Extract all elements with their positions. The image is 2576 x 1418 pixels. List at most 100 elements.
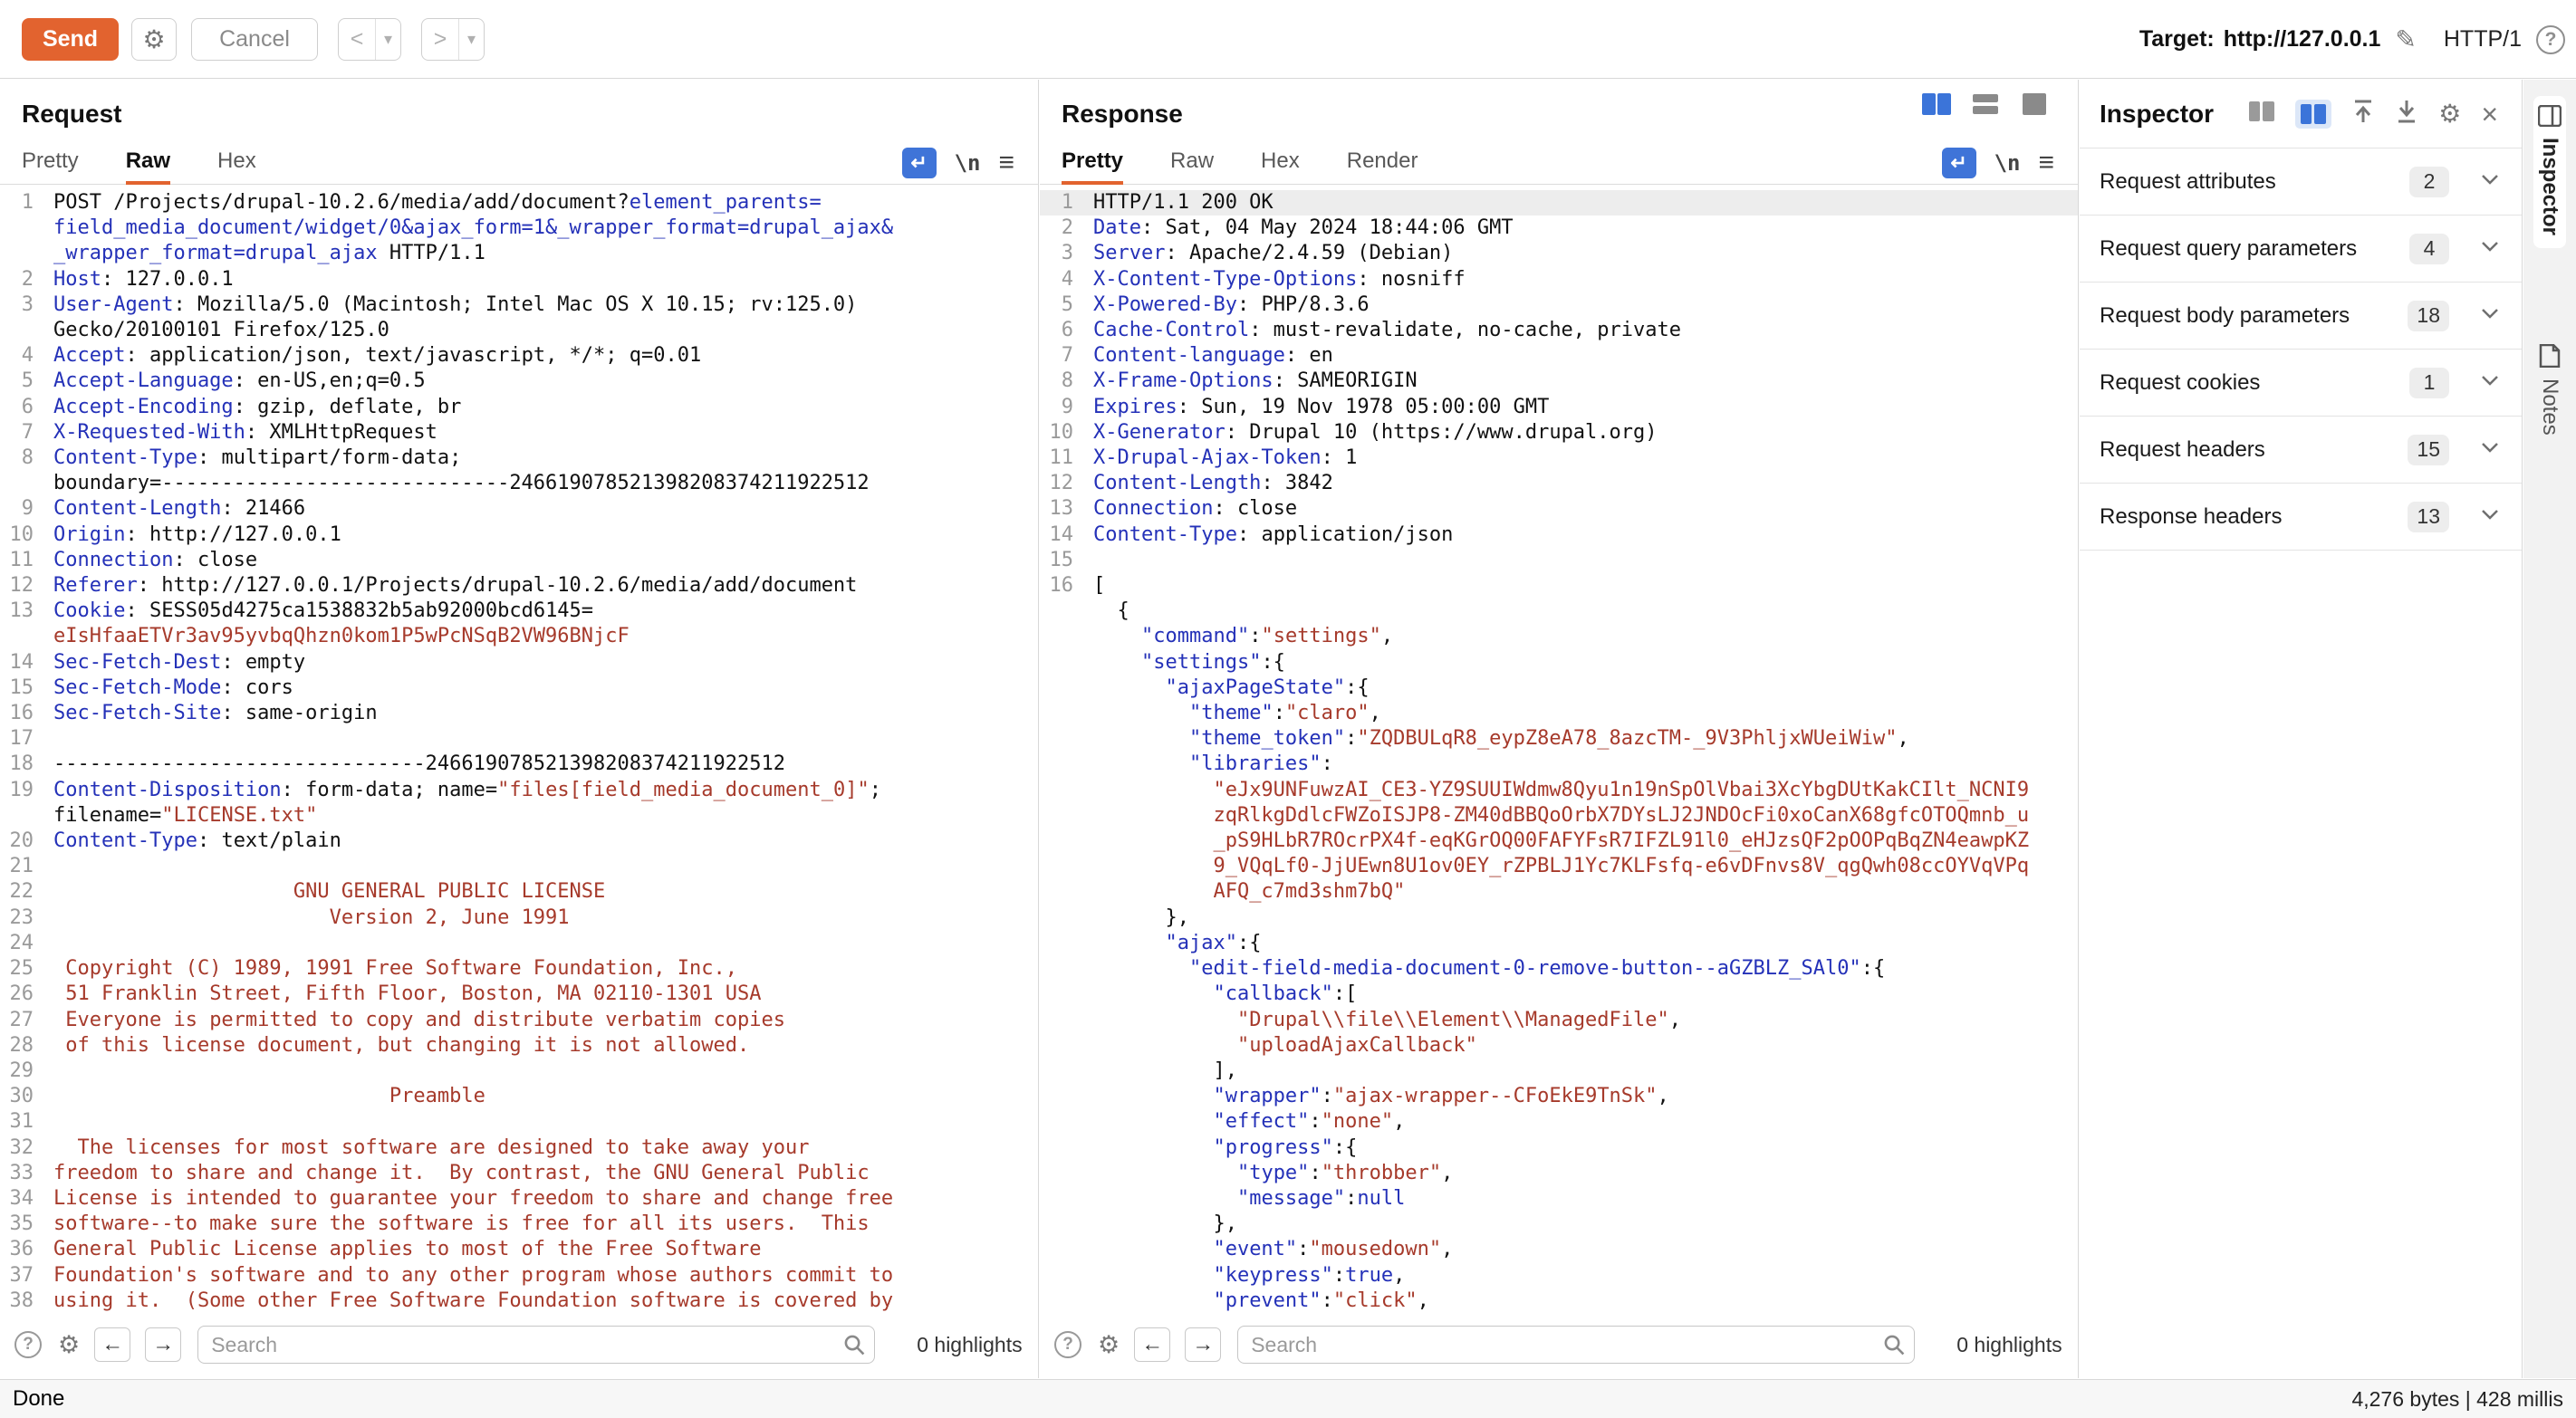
section-count-badge: 1	[2409, 368, 2449, 398]
tab-pretty[interactable]: Pretty	[22, 140, 79, 185]
search-settings-icon[interactable]: ⚙	[1098, 1331, 1120, 1359]
word-wrap-icon[interactable]: ↵	[902, 148, 937, 178]
tab-hex[interactable]: Hex	[1261, 140, 1300, 185]
tab-hex[interactable]: Hex	[217, 140, 256, 185]
editor-line: 3Server: Apache/2.4.59 (Debian)	[1040, 241, 2078, 266]
editor-line: 24	[0, 931, 1038, 956]
editor-menu-icon[interactable]: ≡	[2038, 148, 2054, 178]
inspector-section-request-cookies[interactable]: Request cookies1	[2080, 350, 2522, 417]
section-label: Request cookies	[2100, 370, 2409, 396]
target-value: http://127.0.0.1	[2224, 26, 2381, 53]
editor-line: 31	[0, 1109, 1038, 1135]
close-icon[interactable]: ×	[2481, 100, 2498, 129]
next-match-button[interactable]: →	[145, 1327, 181, 1362]
editor-line: 21	[0, 854, 1038, 879]
help-icon[interactable]: ?	[1054, 1331, 1081, 1358]
section-label: Request attributes	[2100, 169, 2409, 195]
editor-line: 5X-Powered-By: PHP/8.3.6	[1040, 292, 2078, 318]
editor-line: 28 of this license document, but changin…	[0, 1033, 1038, 1059]
editor-line: 17	[0, 726, 1038, 752]
request-search-input[interactable]	[197, 1326, 875, 1364]
section-count-badge: 13	[2408, 502, 2449, 532]
editor-line: 38using it. (Some other Free Software Fo…	[0, 1289, 1038, 1311]
editor-line: 32 The licenses for most software are de…	[0, 1135, 1038, 1161]
section-label: Response headers	[2100, 504, 2408, 530]
editor-line: 27 Everyone is permitted to copy and dis…	[0, 1008, 1038, 1033]
search-icon	[1882, 1333, 1906, 1356]
editor-line: 29	[0, 1059, 1038, 1084]
search-settings-icon[interactable]: ⚙	[58, 1331, 80, 1359]
side-tab-strip: Inspector Notes	[2523, 80, 2576, 1378]
editor-line: 1POST /Projects/drupal-10.2.6/media/add/…	[0, 190, 1038, 267]
editor-line: 12Content-Length: 3842	[1040, 471, 2078, 496]
response-tabs: Pretty Raw Hex Render ↵ \n ≡	[1040, 140, 2078, 185]
editor-line: 20Content-Type: text/plain	[0, 829, 1038, 854]
cancel-button[interactable]: Cancel	[191, 18, 318, 61]
history-forward-button[interactable]: > ▾	[421, 18, 485, 61]
editor-menu-icon[interactable]: ≡	[998, 148, 1014, 178]
response-panel: Response PrettyRawHexRender↵\n≡ 1HTTP/1.…	[1040, 80, 2079, 1378]
tab-raw[interactable]: Raw	[126, 140, 170, 185]
inspector-section-request-headers[interactable]: Request headers15	[2080, 417, 2522, 484]
editor-line: 14Content-Type: application/json	[1040, 522, 2078, 548]
editor-line: 13Connection: close	[1040, 496, 2078, 522]
editor-line: 23 Version 2, June 1991	[0, 905, 1038, 931]
editor-line: 26 51 Franklin Street, Fifth Floor, Bost…	[0, 982, 1038, 1007]
edit-target-icon[interactable]: ✎	[2395, 24, 2416, 54]
editor-line: 8X-Frame-Options: SAMEORIGIN	[1040, 369, 2078, 394]
nonprintable-chars-icon[interactable]: \n	[1994, 150, 2021, 176]
editor-line: 6Accept-Encoding: gzip, deflate, br	[0, 395, 1038, 420]
response-search-input[interactable]	[1237, 1326, 1915, 1364]
editor-line: 3User-Agent: Mozilla/5.0 (Macintosh; Int…	[0, 292, 1038, 343]
collapse-all-icon[interactable]	[2351, 99, 2375, 129]
editor-line: 8Content-Type: multipart/form-data; boun…	[0, 446, 1038, 496]
editor-line: 35software--to make sure the software is…	[0, 1212, 1038, 1237]
chevron-down-icon	[2480, 441, 2500, 458]
tab-raw[interactable]: Raw	[1170, 140, 1214, 185]
request-highlights-count: 0 highlights	[917, 1333, 1022, 1357]
side-tab-label: Inspector	[2537, 138, 2562, 235]
editor-line: 7X-Requested-With: XMLHttpRequest	[0, 420, 1038, 446]
nonprintable-chars-icon[interactable]: \n	[955, 150, 981, 176]
editor-line: 11X-Drupal-Ajax-Token: 1	[1040, 446, 2078, 471]
notes-icon	[2539, 344, 2561, 368]
request-editor[interactable]: 1POST /Projects/drupal-10.2.6/media/add/…	[0, 185, 1038, 1311]
expand-all-icon[interactable]	[2395, 99, 2418, 129]
inspector-section-request-body-parameters[interactable]: Request body parameters18	[2080, 283, 2522, 350]
request-search	[197, 1326, 875, 1364]
editor-line: 10X-Generator: Drupal 10 (https://www.dr…	[1040, 420, 2078, 446]
http-version-label: HTTP/1	[2444, 26, 2522, 53]
inspector-layout-panel-icon[interactable]	[2295, 100, 2331, 129]
side-tab-inspector[interactable]: Inspector	[2533, 96, 2566, 248]
inspector-section-request-query-parameters[interactable]: Request query parameters4	[2080, 216, 2522, 283]
editor-line: 6Cache-Control: must-revalidate, no-cach…	[1040, 318, 2078, 343]
chevron-down-icon[interactable]: ▾	[458, 19, 484, 60]
inspector-section-response-headers[interactable]: Response headers13	[2080, 484, 2522, 551]
chevron-down-icon[interactable]: ▾	[375, 19, 400, 60]
tab-pretty[interactable]: Pretty	[1062, 140, 1123, 185]
word-wrap-icon[interactable]: ↵	[1942, 148, 1976, 178]
editor-line: 16Sec-Fetch-Site: same-origin	[0, 701, 1038, 726]
editor-line: 34License is intended to guarantee your …	[0, 1186, 1038, 1212]
inspector-settings-icon[interactable]: ⚙	[2438, 99, 2461, 129]
history-back-button[interactable]: < ▾	[338, 18, 401, 61]
target-label: Target:	[2139, 26, 2215, 53]
response-editor[interactable]: 1HTTP/1.1 200 OK2Date: Sat, 04 May 2024 …	[1040, 185, 2078, 1311]
help-icon[interactable]: ?	[14, 1331, 42, 1358]
section-count-badge: 15	[2408, 435, 2449, 465]
section-count-badge: 2	[2409, 167, 2449, 197]
inspector-section-request-attributes[interactable]: Request attributes2	[2080, 149, 2522, 216]
gear-icon: ⚙	[142, 24, 165, 54]
tab-render[interactable]: Render	[1347, 140, 1418, 185]
help-icon[interactable]: ?	[2536, 25, 2565, 54]
send-button[interactable]: Send	[22, 18, 119, 61]
prev-match-button[interactable]: ←	[94, 1327, 130, 1362]
inspector-layout-columns-icon[interactable]	[2248, 100, 2275, 128]
request-search-toolbar: ? ⚙ ← → 0 highlights	[0, 1311, 1038, 1378]
send-settings-button[interactable]: ⚙	[131, 18, 177, 61]
prev-match-button[interactable]: ←	[1134, 1327, 1170, 1362]
section-count-badge: 18	[2408, 301, 2449, 331]
next-match-button[interactable]: →	[1185, 1327, 1221, 1362]
side-tab-notes[interactable]: Notes	[2533, 335, 2566, 448]
editor-line: 33freedom to share and change it. By con…	[0, 1161, 1038, 1186]
